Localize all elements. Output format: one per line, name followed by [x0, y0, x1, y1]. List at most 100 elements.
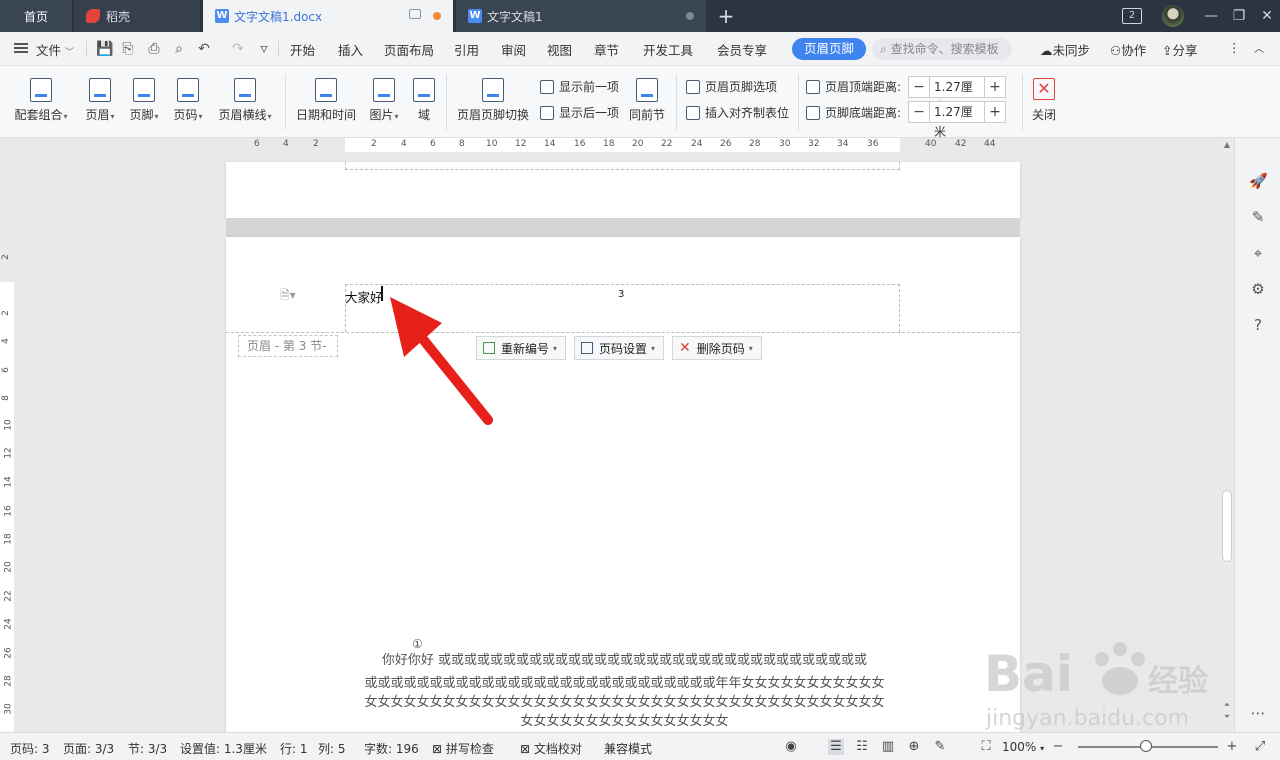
tab-document-active[interactable]: W 文字文稿1.docx — [203, 0, 453, 32]
page-number-button[interactable]: 页码▾ — [168, 78, 208, 123]
page-view-icon[interactable]: ☰ — [828, 739, 844, 755]
sliders-icon[interactable]: ⚙ — [1249, 280, 1267, 298]
datetime-button[interactable]: 日期和时间 — [294, 78, 358, 123]
zoom-out-icon[interactable]: − — [1050, 739, 1066, 755]
menu-chapter[interactable]: 章节 — [594, 40, 619, 59]
show-next-button[interactable]: 显示后一项 — [540, 104, 619, 121]
increase-button[interactable]: + — [985, 102, 1005, 122]
menu-references[interactable]: 引用 — [454, 40, 479, 59]
more-menu-icon[interactable]: ⋮ — [1228, 40, 1241, 55]
outline-view-icon[interactable]: ☷ — [854, 739, 870, 755]
new-tab-plus-icon[interactable]: + — [712, 2, 740, 30]
tab-document-2[interactable]: W 文字文稿1 — [456, 0, 706, 32]
menu-view[interactable]: 视图 — [547, 40, 572, 59]
menu-member[interactable]: 会员专享 — [717, 40, 767, 59]
window-count-badge[interactable]: 2 — [1122, 8, 1142, 24]
eye-protection-icon[interactable]: ◉ — [783, 739, 799, 755]
print-icon[interactable]: ⎙ — [146, 41, 162, 57]
zoom-level[interactable]: 100% ▾ — [1002, 740, 1044, 754]
body-text-line[interactable]: 你好你好 或或或或或或或或或或或或或或或或或或或或或或或或或或或或或或或或或 — [352, 651, 897, 670]
horizontal-ruler[interactable]: 6 4 2 2 4 6 8 10 12 14 16 18 20 22 24 26… — [0, 138, 1220, 152]
collab-button[interactable]: ⚇协作 — [1110, 40, 1146, 59]
zoom-in-icon[interactable]: + — [1224, 739, 1240, 755]
header-page-number[interactable]: 3 — [618, 289, 624, 300]
hamburger-icon[interactable] — [14, 43, 28, 53]
cursor-icon[interactable]: ⌖ — [1249, 244, 1267, 262]
rocket-icon[interactable]: 🚀 — [1249, 172, 1268, 190]
customize-chevron-down-icon[interactable]: ▿ — [256, 41, 272, 57]
increase-button[interactable]: + — [985, 77, 1005, 97]
combo-button[interactable]: 配套组合▾ — [12, 78, 70, 123]
save-icon[interactable]: 💾 — [96, 41, 113, 57]
close-header-footer-button[interactable]: 关闭 — [1030, 106, 1058, 123]
header-button[interactable]: 页眉▾ — [80, 78, 120, 123]
share-button[interactable]: ⇪分享 — [1162, 40, 1198, 59]
proofread-button[interactable]: ⊠ 文档校对 — [520, 740, 582, 757]
reading-view-icon[interactable]: ▥ — [880, 739, 896, 755]
zoom-slider-handle[interactable] — [1140, 740, 1152, 752]
footer-button[interactable]: 页脚▾ — [124, 78, 164, 123]
redo-icon[interactable]: ↷ — [230, 41, 246, 57]
pen-icon[interactable]: ✎ — [1249, 208, 1267, 226]
menu-header-footer[interactable]: 页眉页脚 — [792, 38, 867, 60]
menu-file[interactable]: 文件 ﹀ — [36, 40, 74, 59]
status-section[interactable]: 节: 3/3 — [128, 740, 167, 757]
page-number-settings-button[interactable]: 页码设置 ▾ — [574, 336, 665, 360]
undo-icon[interactable]: ↶ — [196, 41, 212, 57]
format-painter-icon[interactable]: ⎘ — [120, 41, 136, 57]
status-words[interactable]: 字数: 196 — [364, 740, 419, 757]
header-top-distance-input[interactable]: 1.27厘米 — [929, 77, 985, 114]
decrease-button[interactable]: − — [909, 102, 929, 122]
body-text-line[interactable]: 女女女女女女女女女女女女女女女女女女女女女女女女女女女女女女女女女女女女女女女女 — [352, 693, 897, 712]
help-icon[interactable]: ? — [1249, 316, 1267, 334]
vertical-scrollbar[interactable]: ▲ ⏶ ⏷ — [1220, 138, 1234, 732]
scroll-up-icon[interactable]: ▲ — [1222, 140, 1232, 149]
status-pages[interactable]: 页面: 3/3 — [63, 740, 114, 757]
show-previous-button[interactable]: 显示前一项 — [540, 78, 619, 95]
tab-home[interactable]: 首页 — [0, 0, 72, 32]
link-to-previous-button[interactable]: 同前节 — [626, 78, 668, 123]
avatar[interactable] — [1162, 5, 1184, 27]
print-preview-icon[interactable]: ⌕ — [171, 41, 187, 57]
header-text[interactable]: 大家好 — [345, 287, 383, 306]
field-button[interactable]: 域 — [410, 78, 438, 123]
monitor-icon[interactable] — [409, 9, 421, 19]
menu-start[interactable]: 开始 — [290, 40, 315, 59]
more-dots-icon[interactable]: ⋯ — [1249, 704, 1267, 722]
fit-screen-icon[interactable]: ⛶ — [978, 739, 994, 755]
close-window-icon[interactable]: ✕ — [1250, 0, 1280, 32]
collapse-ribbon-icon[interactable]: ︿ — [1254, 40, 1264, 55]
scrollbar-thumb[interactable] — [1222, 490, 1232, 562]
header-line-button[interactable]: 页眉横线▾ — [214, 78, 276, 123]
switch-header-footer-button[interactable]: 页眉页脚切换 — [454, 78, 532, 123]
status-page[interactable]: 页码: 3 — [10, 740, 50, 757]
menu-review[interactable]: 审阅 — [501, 40, 526, 59]
spell-check-button[interactable]: ⊠ 拼写检查 — [432, 740, 494, 757]
insert-align-tab-button[interactable]: 插入对齐制表位 — [686, 104, 789, 121]
status-setting[interactable]: 设置值: 1.3厘米 — [180, 740, 267, 757]
decrease-button[interactable]: − — [909, 77, 929, 97]
footer-bottom-distance-input[interactable]: 1.27厘米 — [929, 102, 985, 139]
prev-page-icon[interactable]: ⏶ — [1222, 700, 1232, 710]
status-row[interactable]: 行: 1 — [280, 740, 308, 757]
picture-button[interactable]: 图片▾ — [364, 78, 404, 123]
write-mode-icon[interactable]: ✎ — [932, 739, 948, 755]
close-header-footer-icon[interactable]: ✕ — [1033, 78, 1055, 100]
command-search-input[interactable]: ⌕ 查找命令、搜索模板 — [872, 38, 1012, 60]
body-text-line[interactable]: 或或或或或或或或或或或或或或或或或或或或或或或或或或或年年女女女女女女女女女女女 — [352, 674, 897, 693]
web-view-icon[interactable]: ⊕ — [906, 739, 922, 755]
next-page-icon[interactable]: ⏷ — [1222, 712, 1232, 722]
menu-page-layout[interactable]: 页面布局 — [384, 40, 434, 59]
delete-page-number-button[interactable]: ✕ 删除页码 ▾ — [672, 336, 762, 360]
fullscreen-icon[interactable]: ⤢ — [1252, 739, 1268, 755]
menu-insert[interactable]: 插入 — [338, 40, 363, 59]
body-text-line[interactable]: 女女女女女女女女女女女女女女女女 — [352, 712, 897, 731]
menu-developer[interactable]: 开发工具 — [643, 40, 693, 59]
status-col[interactable]: 列: 5 — [318, 740, 346, 757]
tab-daoke[interactable]: 稻壳 — [74, 0, 200, 32]
hf-options-button[interactable]: 页眉页脚选项 — [686, 78, 777, 95]
header-top-distance-stepper[interactable]: − 1.27厘米 + — [908, 76, 1006, 114]
paragraph-layout-icon[interactable]: 🗎▾ — [280, 286, 296, 307]
vertical-ruler[interactable]: 2 2 4 6 8 10 12 14 16 18 20 22 24 26 28 … — [0, 152, 14, 732]
footer-bottom-distance-stepper[interactable]: − 1.27厘米 + — [908, 101, 1006, 139]
